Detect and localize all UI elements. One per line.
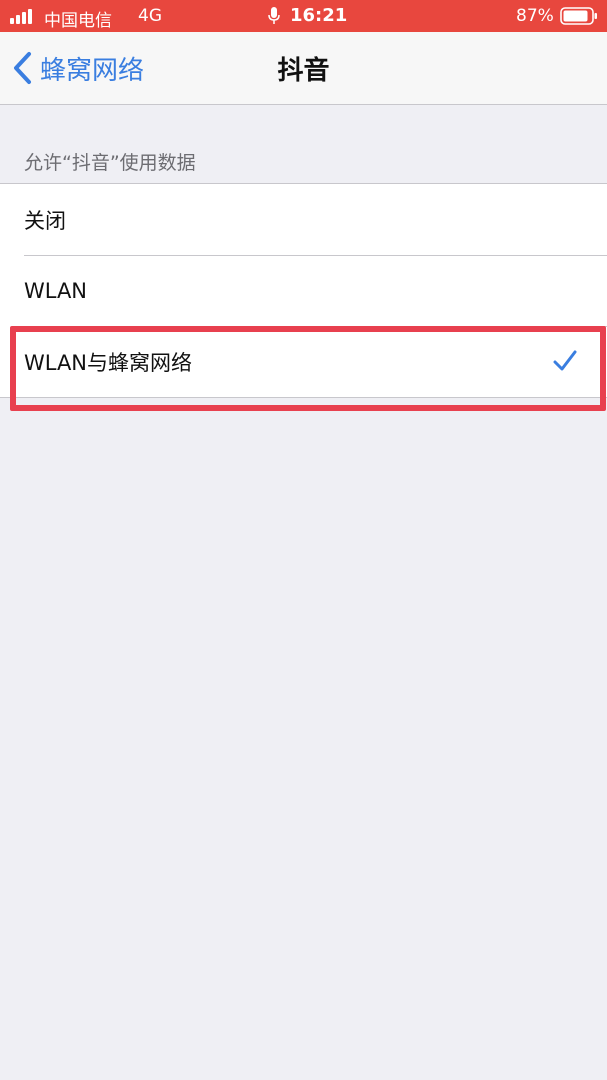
carrier-label: 中国电信 (44, 11, 112, 31)
option-off[interactable]: 关闭 (0, 184, 607, 255)
option-label: 关闭 (24, 208, 66, 233)
status-time: 16:21 (290, 5, 348, 26)
option-label: WLAN与蜂窝网络 (24, 350, 193, 375)
back-button-label: 蜂窝网络 (40, 55, 145, 86)
navigation-bar: 抖音 蜂窝网络 (0, 32, 607, 105)
back-button[interactable]: 蜂窝网络 (12, 48, 144, 88)
chevron-left-icon (14, 52, 31, 84)
option-wlan[interactable]: WLAN (0, 255, 607, 326)
checkmark-icon (553, 350, 577, 371)
option-label: WLAN (24, 278, 88, 303)
option-wlan-and-cellular[interactable]: WLAN与蜂窝网络 (0, 326, 607, 397)
data-usage-option-list: 关闭 WLAN WLAN与蜂窝网络 (0, 183, 607, 398)
network-type-label: 4G (138, 6, 162, 26)
battery-percentage: 87% (516, 6, 554, 26)
battery-icon (560, 7, 597, 25)
section-header: 允许“抖音”使用数据 (24, 152, 196, 174)
status-bar: 中国电信 4G 16:21 87% (0, 0, 607, 32)
microphone-icon (268, 7, 280, 24)
signal-bars-icon (10, 9, 32, 24)
